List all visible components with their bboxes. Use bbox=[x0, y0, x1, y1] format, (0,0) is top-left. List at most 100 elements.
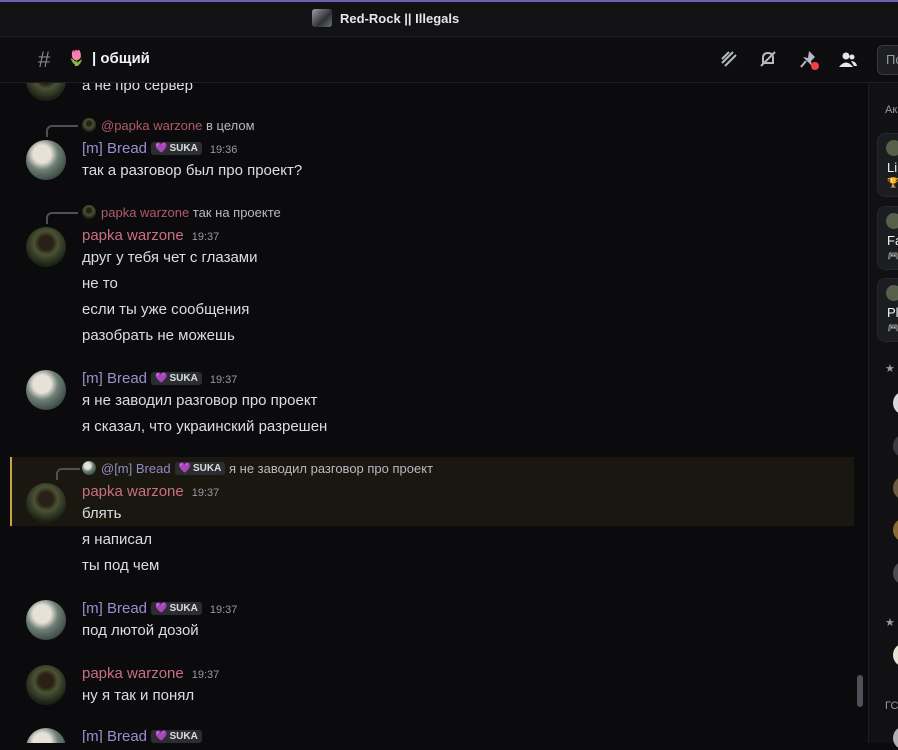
activity-card[interactable]: Fa 🎮 bbox=[877, 206, 898, 270]
message-header: [m] Bread 💜 SUKA 19:36 bbox=[82, 140, 237, 157]
message-header: papka warzone 19:37 bbox=[82, 665, 219, 682]
message-line: разобрать не можешь bbox=[82, 327, 235, 344]
activity-name: Fa bbox=[887, 233, 898, 248]
avatar bbox=[886, 140, 898, 156]
activity-card[interactable]: Li 🏆 bbox=[877, 133, 898, 197]
channel-name: | общий bbox=[92, 50, 150, 67]
server-tag[interactable]: 💜 SUKA bbox=[151, 142, 202, 155]
avatar bbox=[886, 213, 898, 229]
reply-avatar bbox=[82, 461, 96, 475]
search-placeholder: По bbox=[886, 52, 898, 67]
avatar[interactable] bbox=[26, 600, 66, 640]
trophy-icon: 🏆 bbox=[887, 178, 898, 189]
tag-label: SUKA bbox=[169, 603, 198, 614]
tag-label: SUKA bbox=[193, 463, 222, 474]
member-section-header: ГС bbox=[885, 700, 898, 712]
message-line: а не про сервер bbox=[82, 83, 193, 94]
reply-author[interactable]: papka warzone bbox=[101, 205, 189, 220]
server-tag[interactable]: 💜 SUKA bbox=[151, 730, 202, 743]
message-header: [m] Bread 💜 SUKA bbox=[82, 728, 202, 743]
message-header: [m] Bread 💜 SUKA 19:37 bbox=[82, 600, 237, 617]
channel-header: # 🌷 | общий По bbox=[0, 36, 898, 83]
reply-preview[interactable]: papka warzone так на проекте bbox=[82, 205, 281, 220]
author-name[interactable]: [m] Bread bbox=[82, 600, 147, 617]
message-line: друг у тебя чет с глазами bbox=[82, 249, 258, 266]
reply-text: так на проекте bbox=[192, 205, 281, 220]
avatar[interactable] bbox=[26, 728, 66, 743]
avatar[interactable] bbox=[26, 227, 66, 267]
message-line: ну я так и понял bbox=[82, 687, 195, 704]
reply-text: в целом bbox=[206, 118, 255, 133]
tag-label: SUKA bbox=[169, 143, 198, 154]
tag-label: SUKA bbox=[169, 731, 198, 742]
server-icon bbox=[312, 9, 332, 27]
message-list: а не про сервер @papka warzone в целом [… bbox=[0, 83, 868, 743]
activity-name: Li bbox=[887, 160, 898, 175]
gamepad-icon: 🎮 bbox=[887, 323, 898, 334]
message-line: под лютой дозой bbox=[82, 622, 199, 639]
reply-connector bbox=[56, 468, 80, 480]
message-line: если ты уже сообщения bbox=[82, 301, 250, 318]
gamepad-icon: 🎮 bbox=[887, 251, 898, 262]
author-name[interactable]: papka warzone bbox=[82, 665, 184, 682]
member-list-icon[interactable] bbox=[837, 49, 859, 71]
member-section-header: ★ bbox=[885, 363, 895, 375]
member-section-header: ★ bbox=[885, 617, 895, 629]
message-header: [m] Bread 💜 SUKA 19:37 bbox=[82, 370, 237, 387]
mute-bell-icon[interactable] bbox=[757, 49, 779, 71]
heart-icon: 💜 bbox=[155, 603, 168, 614]
message-line: так а разговор был про проект? bbox=[82, 162, 303, 179]
heart-icon: 💜 bbox=[178, 463, 192, 474]
window-titlebar: Red-Rock || Illegals bbox=[0, 0, 898, 36]
server-tag[interactable]: 💜 SUKA bbox=[151, 602, 202, 615]
message-header: papka warzone 19:37 bbox=[82, 227, 219, 244]
message-line: не то bbox=[82, 275, 118, 292]
author-name[interactable]: [m] Bread bbox=[82, 728, 147, 743]
reply-preview[interactable]: @papka warzone в целом bbox=[82, 118, 255, 133]
avatar[interactable] bbox=[26, 483, 66, 523]
window-title-text: Red-Rock || Illegals bbox=[340, 10, 460, 26]
threads-icon[interactable] bbox=[718, 49, 740, 71]
pin-icon[interactable] bbox=[798, 49, 820, 71]
timestamp: 19:37 bbox=[191, 231, 220, 243]
search-input[interactable]: По bbox=[877, 45, 898, 75]
message-line: я сказал, что украинский разрешен bbox=[82, 418, 328, 435]
avatar bbox=[886, 285, 898, 301]
tag-label: SUKA bbox=[169, 373, 198, 384]
timestamp: 19:37 bbox=[209, 604, 238, 616]
timestamp: 19:36 bbox=[209, 144, 238, 156]
member-section-header: Ак bbox=[885, 104, 898, 116]
reply-author[interactable]: @papka warzone bbox=[101, 118, 202, 133]
message-line: блять bbox=[82, 505, 122, 522]
reply-preview[interactable]: @[m] Bread 💜 SUKA я не заводил разговор пр… bbox=[82, 461, 433, 476]
timestamp: 19:37 bbox=[191, 487, 220, 499]
author-name[interactable]: [m] Bread bbox=[82, 140, 147, 157]
channel-emoji: 🌷 bbox=[67, 50, 86, 67]
activity-card[interactable]: Pl 🎮 bbox=[877, 278, 898, 342]
server-tag[interactable]: 💜 SUKA bbox=[151, 372, 202, 385]
reply-author[interactable]: @[m] Bread bbox=[101, 461, 171, 476]
message-line: я написал bbox=[82, 531, 153, 548]
message-line: я не заводил разговор про проект bbox=[82, 392, 318, 409]
reply-connector bbox=[46, 125, 78, 137]
message-header: papka warzone 19:37 bbox=[82, 483, 219, 500]
avatar[interactable] bbox=[26, 83, 66, 101]
reply-avatar bbox=[82, 205, 96, 219]
author-name[interactable]: papka warzone bbox=[82, 227, 184, 244]
avatar[interactable] bbox=[26, 370, 66, 410]
hashtag-icon: # bbox=[38, 47, 51, 72]
reply-avatar bbox=[82, 118, 96, 132]
avatar[interactable] bbox=[26, 140, 66, 180]
avatar[interactable] bbox=[26, 665, 66, 705]
message-line: ты под чем bbox=[82, 557, 160, 574]
server-tag[interactable]: 💜 SUKA bbox=[174, 462, 226, 475]
timestamp: 19:37 bbox=[191, 669, 220, 681]
heart-icon: 💜 bbox=[155, 373, 168, 384]
timestamp: 19:37 bbox=[209, 374, 238, 386]
activity-name: Pl bbox=[887, 305, 898, 320]
heart-icon: 💜 bbox=[155, 731, 168, 742]
author-name[interactable]: [m] Bread bbox=[82, 370, 147, 387]
author-name[interactable]: papka warzone bbox=[82, 483, 184, 500]
heart-icon: 💜 bbox=[155, 143, 168, 154]
scrollbar-thumb[interactable] bbox=[857, 675, 863, 707]
